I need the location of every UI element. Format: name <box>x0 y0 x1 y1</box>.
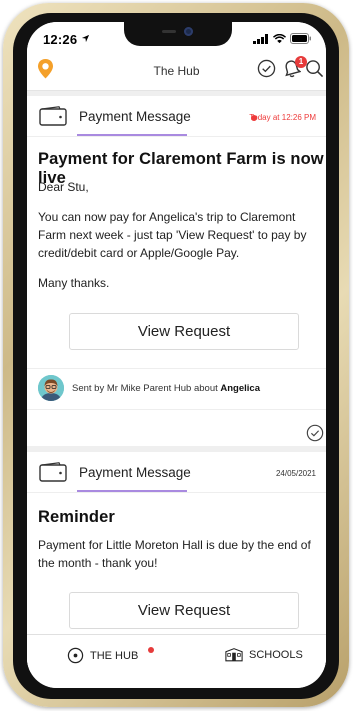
school-icon <box>225 648 243 662</box>
search-icon[interactable] <box>305 59 324 78</box>
app-header: The Hub 1 <box>27 52 326 91</box>
avatar <box>38 375 64 401</box>
view-request-button[interactable]: View Request <box>69 592 299 629</box>
sender-prefix: Sent by Mr Mike Parent Hub about <box>72 383 218 394</box>
notch <box>124 22 232 46</box>
wallet-icon <box>39 106 67 126</box>
message-body: Payment for Little Moreton Hall is due b… <box>38 536 320 584</box>
tab-the-hub[interactable]: THE HUB <box>67 647 138 664</box>
message-text: Payment for Little Moreton Hall is due b… <box>38 538 311 570</box>
message-type-label: Payment Message <box>79 465 191 480</box>
sender-info: Sent by Mr Mike Parent Hub about Angelic… <box>72 383 260 394</box>
page-title: The Hub <box>153 64 200 78</box>
wallet-icon <box>39 462 67 482</box>
message-date: Today at 12:26 PM <box>249 113 316 122</box>
view-request-button[interactable]: View Request <box>69 313 299 350</box>
status-icons <box>253 33 312 44</box>
signal-icon <box>253 33 268 44</box>
sender-child: Angelica <box>220 383 260 394</box>
wifi-icon <box>273 33 286 43</box>
message-card[interactable]: Payment Message Today at 12:26 PM Paymen… <box>27 96 326 446</box>
tab-label: SCHOOLS <box>249 648 303 661</box>
status-time: 12:26 <box>43 32 78 47</box>
message-date: 24/05/2021 <box>275 469 316 478</box>
read-check-icon[interactable] <box>306 424 324 442</box>
card-header: Payment Message Today at 12:26 PM <box>27 96 326 137</box>
message-text: You can now pay for Angelica's trip to C… <box>38 210 307 260</box>
message-closing: Many thanks. <box>38 276 110 290</box>
type-underline <box>77 134 187 136</box>
type-underline <box>77 490 187 492</box>
battery-icon <box>290 33 311 44</box>
tab-schools[interactable]: SCHOOLS <box>225 647 303 662</box>
location-arrow-icon <box>81 34 90 43</box>
message-type-label: Payment Message <box>79 109 191 124</box>
message-title: Reminder <box>38 508 115 526</box>
message-greeting: Dear Stu, <box>38 180 89 194</box>
camera <box>184 27 193 36</box>
check-circle-icon[interactable] <box>257 59 276 78</box>
hub-icon <box>67 647 84 664</box>
bottom-tab-bar: THE HUB SCHOOLS <box>27 634 326 688</box>
tab-label: THE HUB <box>90 649 139 662</box>
card-header: Payment Message 24/05/2021 <box>27 452 326 493</box>
screen: 12:26 The Hub 1 Payment Message Today at… <box>27 22 326 688</box>
message-body: Dear Stu, You can now pay for Angelica's… <box>38 178 320 304</box>
speaker <box>162 30 176 33</box>
tab-alert-dot <box>148 647 154 653</box>
sender-row: Sent by Mr Mike Parent Hub about Angelic… <box>27 368 326 410</box>
